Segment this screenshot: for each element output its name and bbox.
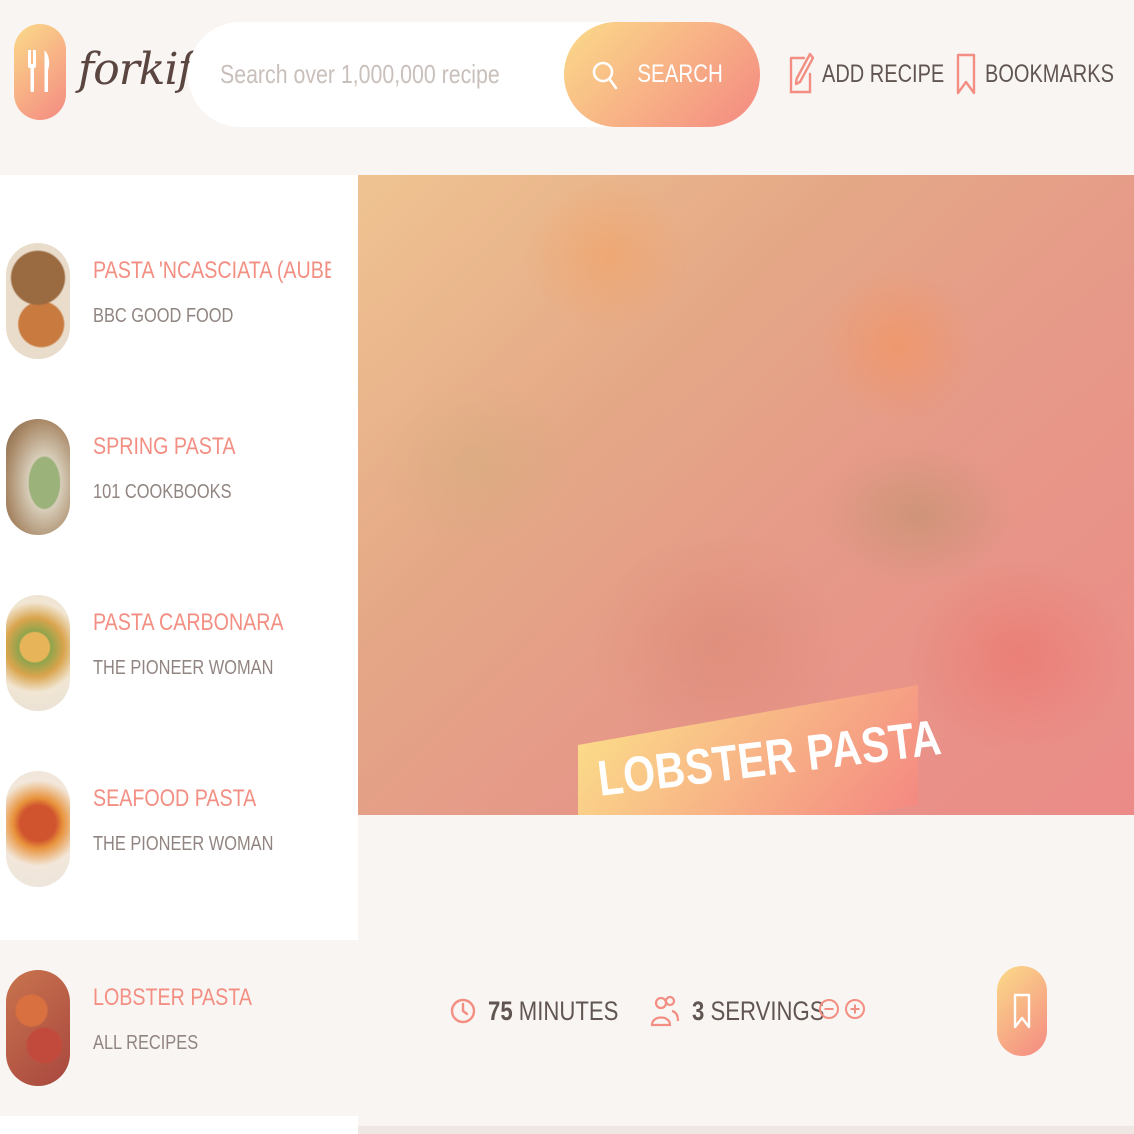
search-bar: SEARCH bbox=[188, 22, 760, 127]
cooking-time-text: 75 MINUTES bbox=[488, 996, 618, 1027]
servings-controls bbox=[818, 990, 866, 1028]
result-publisher: THE PIONEER WOMAN bbox=[93, 657, 274, 679]
cooking-time-unit: MINUTES bbox=[518, 995, 619, 1026]
bookmarks-label: BOOKMARKS bbox=[985, 59, 1114, 88]
search-button[interactable]: SEARCH bbox=[564, 22, 760, 127]
recipe-thumbnail bbox=[6, 595, 70, 711]
result-title: SEAFOOD PASTA bbox=[93, 785, 257, 812]
result-item[interactable]: PASTA 'NCASCIATA (AUBE... BBC GOOD FOOD bbox=[0, 213, 358, 389]
recipe-thumbnail bbox=[6, 243, 70, 359]
decrease-servings-button[interactable] bbox=[818, 990, 840, 1028]
divider bbox=[358, 1126, 1134, 1134]
logo[interactable] bbox=[14, 24, 66, 120]
add-recipe-button[interactable]: ADD RECIPE bbox=[788, 46, 975, 102]
bookmark-icon bbox=[1013, 993, 1031, 1029]
cooking-time-value: 75 bbox=[488, 995, 513, 1026]
servings-unit: SERVINGS bbox=[710, 995, 825, 1026]
bookmarks-button[interactable]: BOOKMARKS bbox=[955, 46, 1134, 102]
cooking-time: 75 MINUTES bbox=[450, 991, 647, 1031]
edit-icon bbox=[789, 52, 814, 94]
recipe-thumbnail bbox=[6, 771, 70, 887]
clock-icon bbox=[450, 998, 476, 1024]
result-title: PASTA CARBONARA bbox=[93, 609, 284, 636]
recipe-thumbnail bbox=[6, 419, 70, 535]
result-publisher: THE PIONEER WOMAN bbox=[93, 833, 274, 855]
increase-servings-button[interactable] bbox=[844, 990, 866, 1028]
add-recipe-label: ADD RECIPE bbox=[822, 59, 945, 88]
servings-text: 3 SERVINGS bbox=[692, 996, 825, 1027]
plus-circle-icon bbox=[845, 999, 865, 1019]
search-icon bbox=[592, 61, 618, 89]
result-title: SPRING PASTA bbox=[93, 433, 236, 460]
bookmark-icon bbox=[956, 53, 976, 95]
search-results: PASTA 'NCASCIATA (AUBE... BBC GOOD FOOD … bbox=[0, 175, 358, 1134]
result-item[interactable]: SPRING PASTA 101 COOKBOOKS bbox=[0, 389, 358, 565]
result-publisher: BBC GOOD FOOD bbox=[93, 305, 234, 327]
result-item[interactable]: SEAFOOD PASTA THE PIONEER WOMAN bbox=[0, 741, 358, 917]
search-button-label: SEARCH bbox=[637, 60, 723, 88]
users-icon bbox=[650, 995, 680, 1027]
result-title: PASTA 'NCASCIATA (AUBE... bbox=[93, 257, 331, 284]
minus-circle-icon bbox=[819, 999, 839, 1019]
result-publisher: 101 COOKBOOKS bbox=[93, 481, 232, 503]
servings-value: 3 bbox=[692, 995, 705, 1026]
result-item[interactable]: PASTA CARBONARA THE PIONEER WOMAN bbox=[0, 565, 358, 741]
recipe-thumbnail bbox=[6, 970, 70, 1086]
fork-knife-icon bbox=[28, 50, 50, 92]
result-publisher: ALL RECIPES bbox=[93, 1032, 199, 1054]
result-item-active[interactable]: LOBSTER PASTA ALL RECIPES bbox=[0, 940, 358, 1116]
header: forkify SEARCH ADD RECIPE BOOKMARKS bbox=[0, 0, 1134, 175]
result-title: LOBSTER PASTA bbox=[93, 984, 252, 1011]
search-input[interactable] bbox=[220, 22, 499, 127]
bookmark-recipe-button[interactable] bbox=[997, 966, 1047, 1056]
